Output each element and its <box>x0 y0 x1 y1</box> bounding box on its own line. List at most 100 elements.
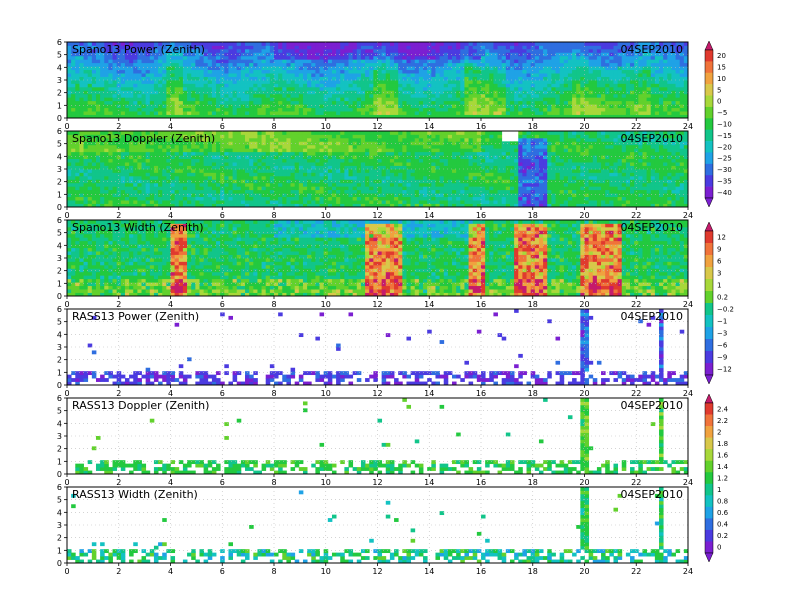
heatmap-cell <box>71 148 76 153</box>
heatmap-cell <box>472 48 478 53</box>
heatmap-cell <box>104 165 109 170</box>
heatmap-cell <box>298 151 304 156</box>
heatmap-cell <box>133 107 138 112</box>
heatmap-cell <box>456 104 461 109</box>
heatmap-cell <box>145 151 151 156</box>
heatmap-cell <box>307 186 312 191</box>
heatmap-cell <box>158 104 163 109</box>
heatmap-cell <box>423 45 428 50</box>
heatmap-cell <box>274 59 279 64</box>
heatmap-cell <box>406 73 412 77</box>
heatmap-cell <box>514 42 519 46</box>
heatmap-cell <box>588 104 594 109</box>
heatmap-cell <box>294 104 300 109</box>
heatmap-cell <box>472 100 478 105</box>
heatmap-cell <box>605 80 610 84</box>
heatmap-cell <box>108 111 113 115</box>
heatmap-cell <box>216 169 221 173</box>
heatmap-cell <box>245 186 250 191</box>
heatmap-cell <box>613 86 619 91</box>
heatmap-cell <box>108 104 113 109</box>
heatmap-cell <box>601 90 606 95</box>
heatmap-cell <box>596 62 602 67</box>
heatmap-cell <box>191 200 196 204</box>
heatmap-cell <box>236 172 242 177</box>
heatmap-cell <box>352 76 358 81</box>
heatmap-cell <box>290 155 296 160</box>
heatmap-cell <box>83 148 89 153</box>
heatmap-cell <box>120 193 126 198</box>
heatmap-cell <box>83 80 89 84</box>
heatmap-cell <box>675 62 681 67</box>
heatmap-cell <box>650 104 656 109</box>
heatmap-cell <box>675 80 681 84</box>
heatmap-cell <box>158 169 163 173</box>
heatmap-cell <box>249 104 254 109</box>
heatmap-cell <box>265 172 271 177</box>
heatmap-cell <box>302 172 308 177</box>
heatmap-cell <box>319 104 325 109</box>
heatmap-cell <box>83 200 89 204</box>
heatmap-cell <box>509 45 515 50</box>
heatmap-cell <box>228 55 233 60</box>
heatmap-cell <box>178 179 184 184</box>
heatmap-cell <box>319 90 325 95</box>
heatmap-cell <box>286 137 291 142</box>
heatmap-cell <box>344 48 349 53</box>
heatmap-cell <box>261 189 267 194</box>
heatmap-cell <box>298 62 304 67</box>
heatmap-cell <box>133 189 138 194</box>
heatmap-cell <box>327 131 333 135</box>
heatmap-cell <box>274 186 279 191</box>
heatmap-cell <box>95 162 101 166</box>
heatmap-cell <box>563 104 569 109</box>
heatmap-cell <box>336 69 341 74</box>
heatmap-cell <box>286 158 291 163</box>
heatmap-cell <box>261 107 267 112</box>
heatmap-cell <box>414 97 420 102</box>
heatmap-cell <box>100 162 105 166</box>
heatmap-cell <box>83 62 89 67</box>
heatmap-cell <box>249 189 254 194</box>
heatmap-cell <box>605 48 610 53</box>
heatmap-cell <box>261 100 267 105</box>
heatmap-cell <box>369 73 374 77</box>
heatmap-cell <box>178 193 184 198</box>
heatmap-cell <box>240 162 246 166</box>
heatmap-cell <box>402 62 407 67</box>
heatmap-cell <box>348 52 354 57</box>
heatmap-cell <box>67 162 72 166</box>
heatmap-cell <box>406 100 412 105</box>
heatmap-cell <box>630 80 635 84</box>
heatmap-cell <box>261 175 267 180</box>
heatmap-cell <box>340 162 345 166</box>
heatmap-cell <box>224 141 229 146</box>
heatmap-cell <box>551 90 556 95</box>
heatmap-cell <box>249 86 254 91</box>
heatmap-cell <box>663 97 668 102</box>
heatmap-cell <box>249 52 254 57</box>
heatmap-cell <box>71 182 76 187</box>
heatmap-cell <box>129 182 134 187</box>
heatmap-cell <box>207 45 213 50</box>
heatmap-cell <box>389 69 395 74</box>
heatmap-cell <box>294 52 300 57</box>
heatmap-cell <box>563 86 569 91</box>
heatmap-cell <box>274 144 279 149</box>
heatmap-cell <box>567 45 573 50</box>
heatmap-cell <box>240 55 246 60</box>
heatmap-cell <box>211 80 217 84</box>
heatmap-cell <box>414 93 420 98</box>
heatmap-cell <box>187 104 192 109</box>
heatmap-cell <box>253 186 258 191</box>
heatmap-cell <box>650 86 656 91</box>
heatmap-cell <box>220 144 225 149</box>
heatmap-cell <box>489 62 494 67</box>
heatmap-cell <box>410 100 416 105</box>
heatmap-cell <box>120 179 126 184</box>
heatmap-cell <box>381 52 387 57</box>
heatmap-cell <box>83 93 89 98</box>
heatmap-cell <box>356 86 362 91</box>
heatmap-cell <box>236 162 242 166</box>
heatmap-cell <box>249 155 254 160</box>
